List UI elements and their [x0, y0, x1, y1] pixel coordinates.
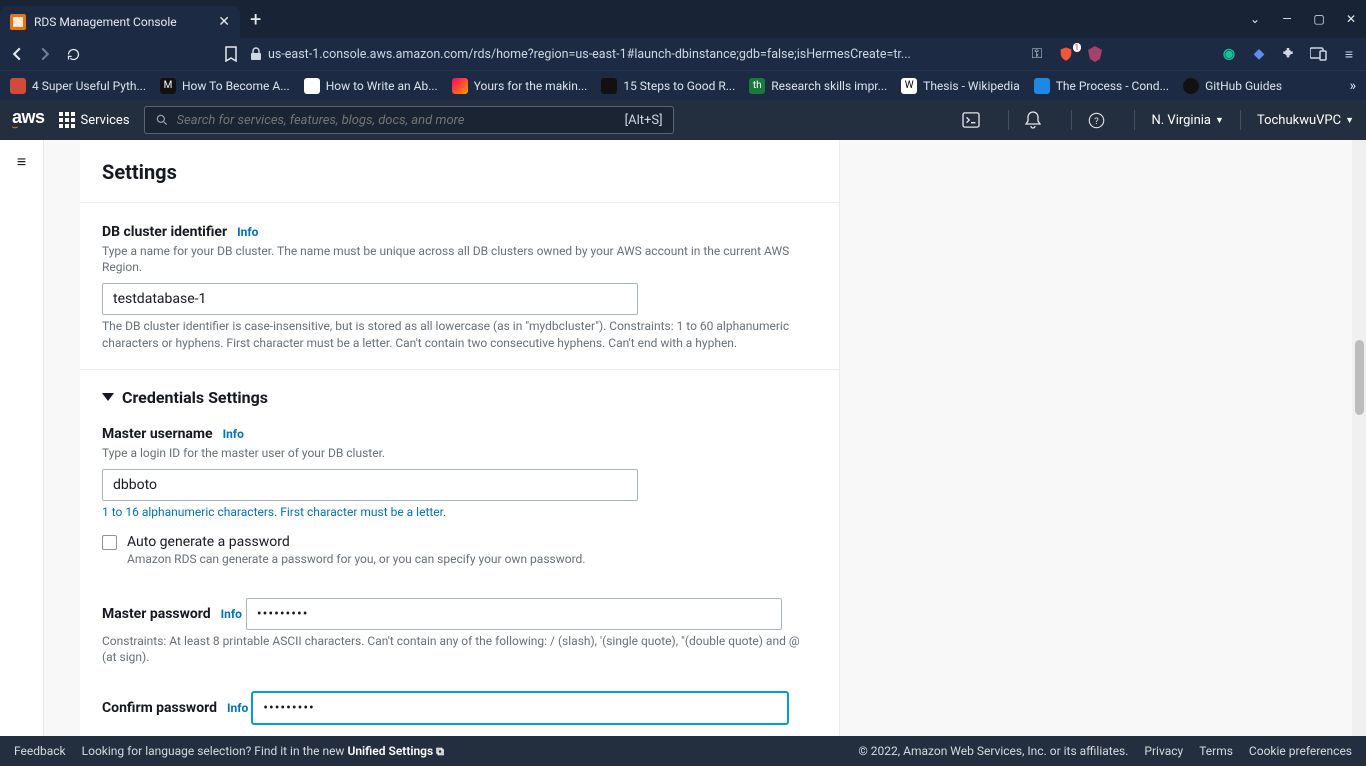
aws-search[interactable]: [Alt+S]: [144, 106, 674, 134]
master-pwd-input[interactable]: [246, 598, 782, 630]
bell-icon[interactable]: [1025, 111, 1055, 129]
browser-tab[interactable]: RDS Management Console ✕: [0, 6, 240, 38]
minimize-icon[interactable]: ―: [1280, 12, 1294, 26]
credentials-toggle[interactable]: Credentials Settings: [102, 388, 817, 407]
cluster-id-label: DB cluster identifier: [102, 224, 227, 240]
url-bar[interactable]: us-east-1.console.aws.amazon.com/rds/hom…: [250, 41, 1010, 67]
settings-heading: Settings: [102, 160, 817, 184]
chevron-down-icon[interactable]: ⌄: [1248, 12, 1262, 26]
maximize-icon[interactable]: ▢: [1312, 12, 1326, 26]
extensions-icon[interactable]: [1280, 46, 1298, 62]
chevron-down-icon: ▼: [1215, 115, 1224, 126]
grammarly-icon[interactable]: ◉: [1220, 46, 1238, 62]
auto-gen-checkbox[interactable]: [102, 535, 117, 550]
confirm-pwd-label: Confirm password: [102, 700, 217, 716]
bookmark-item[interactable]: thResearch skills impr...: [749, 78, 887, 94]
terms-link[interactable]: Terms: [1199, 744, 1233, 758]
info-link[interactable]: Info: [221, 607, 242, 621]
search-icon: [155, 113, 169, 127]
bookmarks-bar: 4 Super Useful Pyth... MHow To Become A.…: [0, 70, 1366, 100]
aws-favicon-icon: [10, 14, 26, 30]
menu-icon[interactable]: ≡: [1340, 46, 1358, 63]
bookmark-item[interactable]: WThesis - Wikipedia: [901, 78, 1020, 94]
search-hotkey: [Alt+S]: [625, 113, 663, 128]
master-pwd-constraints: Constraints: At least 8 printable ASCII …: [102, 633, 817, 665]
close-tab-icon[interactable]: ✕: [218, 14, 230, 30]
info-link[interactable]: Info: [227, 701, 248, 715]
window-close-icon[interactable]: ✕: [1344, 12, 1358, 26]
copyright-text: © 2022, Amazon Web Services, Inc. or its…: [858, 744, 1128, 758]
region-selector[interactable]: N. Virginia▼: [1151, 113, 1223, 128]
aws-topbar: aws⌣ Services [Alt+S] ? N. Virginia▼ Toc…: [0, 100, 1366, 140]
auto-gen-label: Auto generate a password: [127, 534, 585, 550]
confirm-pwd-input[interactable]: [252, 692, 788, 724]
bookmark-item[interactable]: MHow To Become A...: [160, 78, 290, 94]
aws-footer: Feedback Looking for language selection?…: [0, 736, 1366, 766]
key-icon[interactable]: ⚿: [1028, 46, 1046, 62]
help-icon[interactable]: ?: [1088, 112, 1118, 129]
cluster-id-constraints: The DB cluster identifier is case-insens…: [102, 318, 817, 350]
master-user-label: Master username: [102, 426, 213, 442]
scrollbar[interactable]: [1352, 140, 1366, 736]
cookie-link[interactable]: Cookie preferences: [1249, 744, 1352, 758]
auto-gen-help: Amazon RDS can generate a password for y…: [127, 552, 585, 566]
gem-icon[interactable]: ◆: [1250, 46, 1268, 62]
aws-search-input[interactable]: [177, 113, 617, 128]
main-content: Settings DB cluster identifier Info Type…: [44, 140, 1366, 736]
tab-title: RDS Management Console: [34, 15, 177, 29]
feedback-link[interactable]: Feedback: [14, 744, 66, 758]
new-tab-button[interactable]: +: [240, 7, 271, 31]
services-button[interactable]: Services: [59, 112, 130, 128]
master-user-input[interactable]: [102, 469, 638, 501]
master-user-help: Type a login ID for the master user of y…: [102, 445, 817, 461]
info-link[interactable]: Info: [237, 225, 258, 239]
reload-icon[interactable]: [64, 45, 82, 63]
bookmark-item[interactable]: How to Write an Ab...: [304, 78, 438, 94]
lang-text: Looking for language selection? Find it …: [82, 744, 444, 759]
master-pwd-label: Master password: [102, 606, 211, 622]
chevron-down-icon: [102, 393, 114, 401]
svg-text:?: ?: [1095, 115, 1100, 126]
grid-icon: [59, 112, 75, 128]
forward-icon: [36, 45, 54, 63]
unified-settings-link[interactable]: Unified Settings⧉: [347, 744, 444, 758]
url-text: us-east-1.console.aws.amazon.com/rds/hom…: [268, 47, 911, 62]
master-user-constraints: 1 to 16 alphanumeric characters. First c…: [102, 504, 817, 520]
privacy-link[interactable]: Privacy: [1144, 744, 1183, 758]
lock-icon: [250, 47, 262, 61]
bookmark-item[interactable]: Yours for the makin...: [452, 78, 588, 94]
bookmarks-overflow-icon[interactable]: »: [1349, 78, 1356, 94]
cluster-id-input[interactable]: [102, 283, 638, 315]
cloudshell-icon[interactable]: [962, 112, 992, 128]
back-icon[interactable]: [8, 45, 26, 63]
chevron-down-icon: ▼: [1345, 115, 1354, 126]
aws-logo[interactable]: aws⌣: [12, 107, 45, 133]
sidebar-collapse: ≡: [0, 140, 44, 736]
browser-toolbar: us-east-1.console.aws.amazon.com/rds/hom…: [0, 38, 1366, 70]
bookmark-icon[interactable]: [222, 45, 240, 63]
browser-tabbar: RDS Management Console ✕ + ⌄ ― ▢ ✕: [0, 0, 1366, 38]
external-link-icon: ⧉: [436, 745, 444, 758]
bookmark-item[interactable]: GitHub Guides: [1183, 78, 1282, 94]
brave-icon[interactable]: [1088, 46, 1106, 62]
hamburger-icon[interactable]: ≡: [17, 152, 26, 171]
bookmark-item[interactable]: 15 Steps to Good R...: [601, 78, 735, 94]
info-link[interactable]: Info: [223, 427, 244, 441]
account-selector[interactable]: TochukwuVPC▼: [1257, 113, 1354, 128]
credentials-heading: Credentials Settings: [122, 388, 268, 407]
bookmark-item[interactable]: 4 Super Useful Pyth...: [10, 78, 146, 94]
bookmark-item[interactable]: The Process - Cond...: [1034, 78, 1169, 94]
cluster-id-help: Type a name for your DB cluster. The nam…: [102, 243, 817, 275]
device-icon[interactable]: [1310, 47, 1328, 61]
shield-icon[interactable]: 1: [1058, 46, 1076, 62]
